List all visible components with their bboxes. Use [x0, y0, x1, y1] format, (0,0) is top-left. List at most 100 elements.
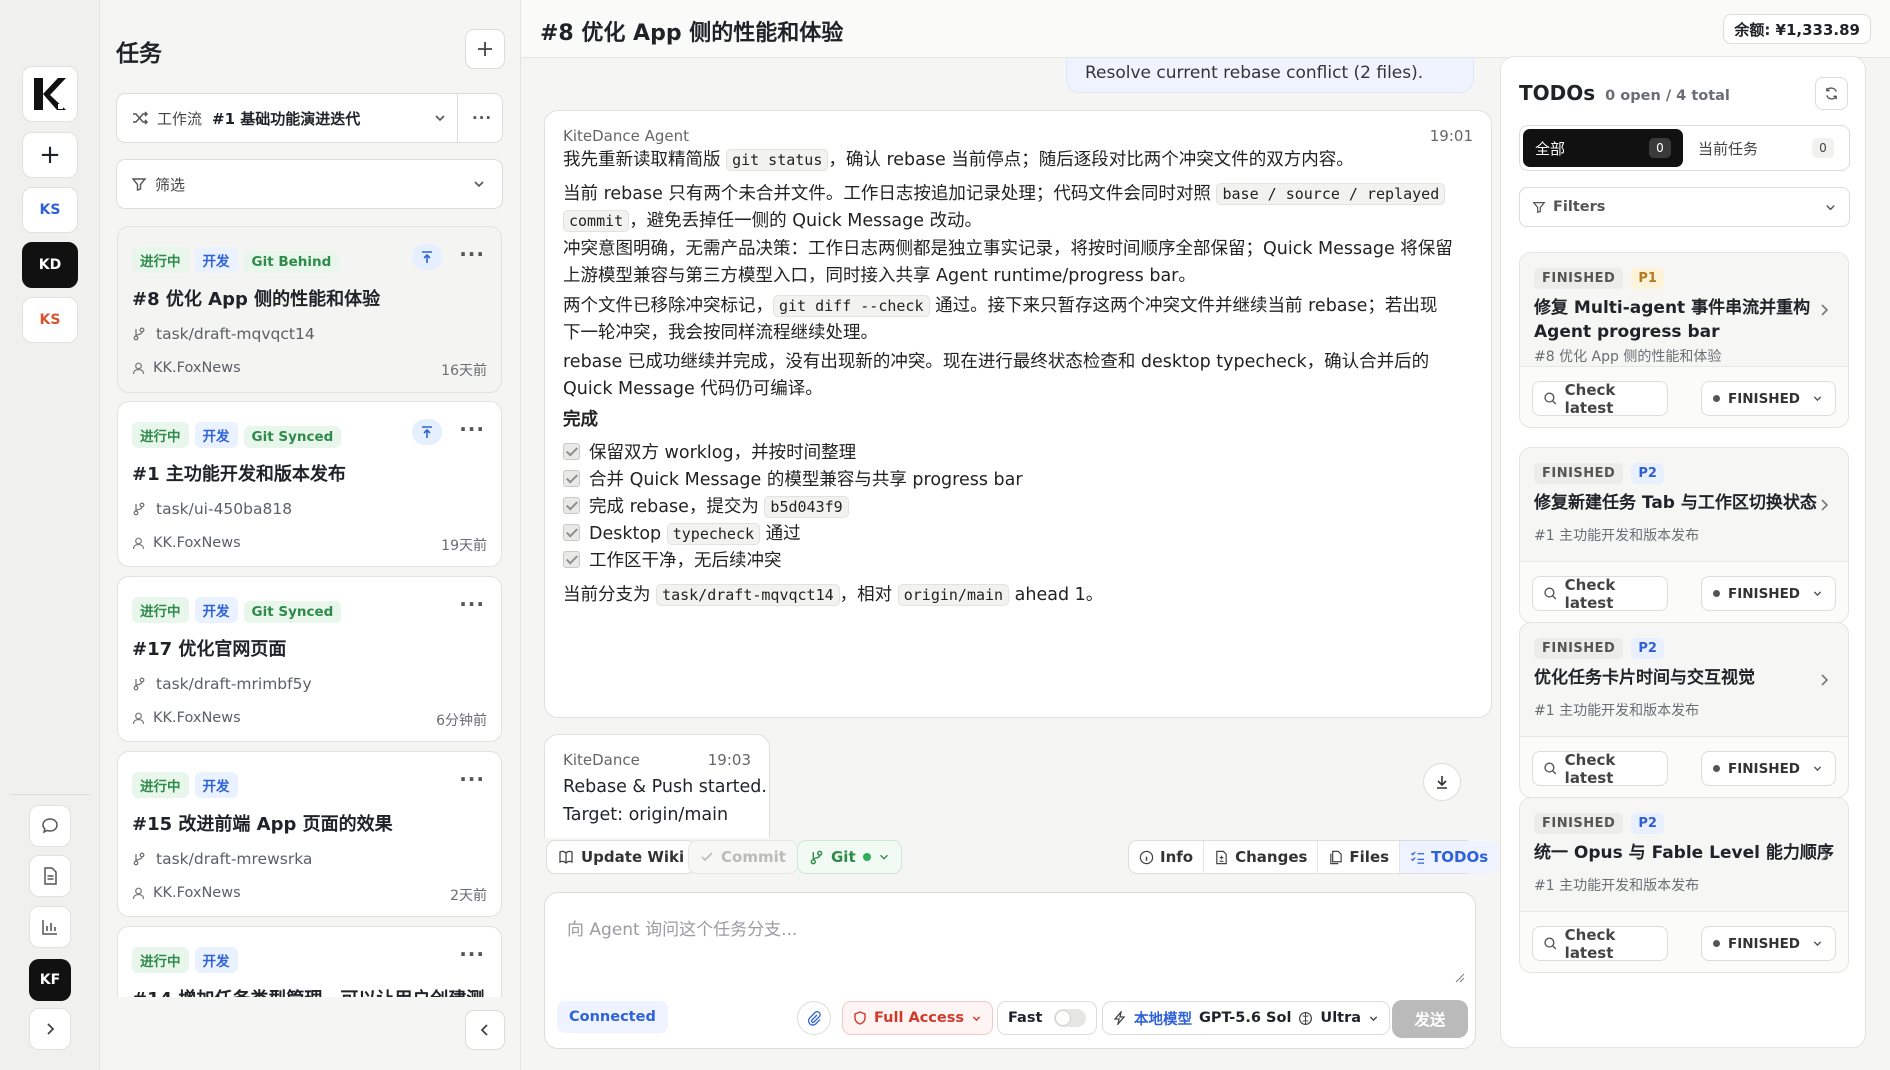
chevron-right-icon[interactable] — [1818, 673, 1830, 687]
update-wiki-button[interactable]: Update Wiki — [546, 840, 697, 874]
chevron-down-icon — [1813, 766, 1822, 772]
workflow-selector[interactable]: 工作流 #1 基础功能演进迭代 ··· — [116, 93, 503, 143]
task-branch: task/ui-450ba818 — [156, 500, 293, 518]
git-button[interactable]: Git — [797, 840, 902, 874]
task-branch: task/draft-mrewsrka — [156, 850, 313, 868]
tab-all[interactable]: 全部 0 — [1523, 129, 1683, 167]
todo-state-select[interactable]: FINISHED — [1701, 751, 1836, 786]
app-logo[interactable] — [22, 66, 78, 122]
task-card[interactable]: 进行中 开发 Git Synced ··· #1 主功能开发和版本发布 task/u… — [117, 401, 502, 567]
check-latest-button[interactable]: Check latest — [1532, 381, 1668, 417]
agent-name: KiteDance Agent — [563, 127, 690, 145]
git-status-dot — [862, 853, 871, 861]
page-title: #8 优化 App 侧的性能和体验 — [540, 21, 844, 46]
resize-handle-icon[interactable] — [1453, 971, 1465, 983]
todo-card[interactable]: FINISHED P1 修复 Multi-agent 事件串流并重构 Agent … — [1519, 252, 1849, 428]
todo-card[interactable]: FINISHED P2 优化任务卡片时间与交互视觉 #1 主功能开发和版本发布 C… — [1519, 622, 1849, 798]
todo-filters[interactable]: Filters — [1519, 187, 1850, 227]
chevron-down-icon — [972, 1015, 981, 1021]
task-title: #8 优化 App 侧的性能和体验 — [132, 289, 381, 310]
composer: 向 Agent 询问这个任务分支... Connected Full Acces… — [544, 892, 1476, 1049]
filter-selector[interactable]: 筛选 — [116, 159, 503, 209]
task-time: 16天前 — [441, 363, 487, 379]
check-latest-button[interactable]: Check latest — [1532, 576, 1668, 612]
task-time: 6分钟前 — [436, 713, 487, 729]
workspace-ks-2[interactable]: KS — [22, 297, 78, 343]
send-button[interactable]: 发送 — [1392, 1000, 1468, 1038]
todo-card[interactable]: FINISHED P2 统一 Opus 与 Fable Level 能力顺序 #1… — [1519, 797, 1849, 973]
filter-icon — [1532, 202, 1546, 214]
add-workspace-button[interactable]: + — [22, 132, 78, 178]
task-more-icon[interactable]: ··· — [459, 242, 485, 266]
workspace-ks-1[interactable]: KS — [22, 187, 78, 233]
tab-current-task[interactable]: 当前任务 0 — [1686, 129, 1846, 167]
priority-badge: P2 — [1631, 638, 1664, 659]
paperclip-icon — [807, 1011, 821, 1026]
task-title: #15 改进前端 App 页面的效果 — [132, 814, 393, 835]
chevron-right-icon[interactable] — [1818, 498, 1830, 512]
chevron-down-icon — [474, 181, 484, 188]
task-card[interactable]: 进行中 开发 Git Behind ··· #8 优化 App 侧的性能和体验 ta… — [117, 226, 502, 393]
todo-status: FINISHED — [1534, 463, 1624, 484]
stats-button[interactable] — [29, 906, 71, 948]
search-icon — [1544, 762, 1557, 775]
tab-todos[interactable]: TODOs — [1400, 841, 1499, 873]
todo-state-select[interactable]: FINISHED — [1701, 381, 1836, 416]
pin-button[interactable] — [412, 419, 442, 445]
check-latest-button[interactable]: Check latest — [1532, 926, 1668, 962]
branch-icon — [133, 502, 145, 516]
docs-button[interactable] — [29, 855, 71, 897]
task-card[interactable]: 进行中 开发 ··· #15 改进前端 App 页面的效果 task/draft-… — [117, 751, 502, 917]
task-more-icon[interactable]: ··· — [459, 767, 485, 791]
check-latest-button[interactable]: Check latest — [1532, 751, 1668, 787]
workflow-more-icon[interactable]: ··· — [472, 109, 492, 127]
todo-title: 修复 Multi-agent 事件串流并重构 — [1534, 298, 1811, 318]
task-more-icon[interactable]: ··· — [459, 592, 485, 616]
task-more-icon[interactable]: ··· — [459, 942, 485, 966]
new-task-button[interactable] — [465, 29, 505, 69]
workspace-kd[interactable]: KD — [22, 242, 78, 288]
scroll-to-bottom-button[interactable] — [1423, 763, 1461, 801]
commit-button[interactable]: Commit — [688, 840, 798, 874]
chevron-right-icon[interactable] — [1818, 303, 1830, 317]
model-selector[interactable]: 本地模型 GPT-5.6 Sol Ultra — [1102, 1001, 1391, 1035]
chat-area: Resolve current rebase conflict (2 files… — [521, 58, 1500, 838]
chevron-right-icon[interactable] — [1818, 848, 1830, 862]
status-tag: 进行中 — [132, 597, 189, 623]
connection-status: Connected — [557, 1001, 668, 1033]
tab-changes[interactable]: Changes — [1204, 841, 1319, 873]
expand-rail-button[interactable] — [29, 1008, 71, 1050]
chevron-down-icon — [1813, 396, 1822, 402]
chevron-right-icon — [47, 1023, 55, 1035]
access-mode-button[interactable]: Full Access — [842, 1001, 994, 1035]
chat-button[interactable] — [29, 805, 71, 847]
branch-icon — [133, 677, 145, 691]
pin-button[interactable] — [412, 244, 442, 270]
chat-icon — [42, 818, 58, 834]
status-tag: 进行中 — [132, 947, 189, 973]
todo-state-select[interactable]: FINISHED — [1701, 926, 1836, 961]
todo-task: #1 主功能开发和版本发布 — [1534, 878, 1700, 894]
task-card[interactable]: 进行中 开发 Git Synced ··· #17 优化官网页面 task/draf… — [117, 576, 502, 742]
git-tag: Git Synced — [243, 426, 342, 448]
tab-files[interactable]: Files — [1318, 841, 1401, 873]
todo-card[interactable]: FINISHED P2 修复新建任务 Tab 与工作区切换状态 #1 主功能开发和… — [1519, 447, 1849, 623]
message-input[interactable]: 向 Agent 询问这个任务分支... — [567, 915, 1447, 975]
todo-state-select[interactable]: FINISHED — [1701, 576, 1836, 611]
user-icon — [132, 362, 145, 374]
attach-button[interactable] — [797, 1001, 831, 1035]
tab-info[interactable]: Info — [1129, 841, 1205, 873]
checkbox-icon — [563, 470, 580, 487]
refresh-button[interactable] — [1815, 77, 1848, 110]
system-name: KiteDance — [563, 751, 640, 769]
user-icon — [132, 537, 145, 549]
todo-task: #1 主功能开发和版本发布 — [1534, 703, 1700, 719]
user-avatar[interactable]: KF — [29, 959, 71, 1001]
fast-toggle[interactable]: Fast — [997, 1001, 1098, 1035]
collapse-list-button[interactable] — [465, 1010, 505, 1050]
chevron-down-icon — [435, 115, 445, 122]
file-diff-icon — [1216, 850, 1227, 864]
task-more-icon[interactable]: ··· — [459, 417, 485, 441]
fast-switch[interactable] — [1054, 1009, 1087, 1027]
task-card[interactable]: 进行中开发 ··· #14 增加任务类型管理，可以让用户创建测 — [117, 926, 502, 997]
